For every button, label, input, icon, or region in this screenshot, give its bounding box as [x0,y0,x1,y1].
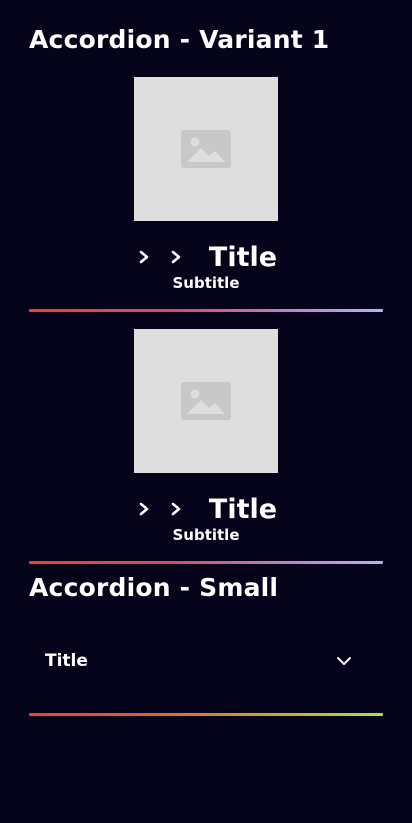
image-placeholder-icon [134,329,278,473]
image-placeholder-icon [134,77,278,221]
accordion-small-item[interactable]: Title [29,640,383,718]
chevron-right-icon [139,250,149,264]
section-title-small: Accordion - Small [29,573,279,602]
section-title-variant-1: Accordion - Variant 1 [29,25,330,54]
accordion-small-divider [29,713,383,716]
accordion-subtitle: Subtitle [172,274,240,292]
accordion-header[interactable]: Title [29,489,383,529]
chevron-down-icon[interactable] [336,655,352,667]
accordion-divider [29,561,383,564]
accordion-small-title: Title [45,651,88,671]
chevron-right-icon [171,250,181,264]
chevron-right-icon [171,502,181,516]
accordion-subtitle: Subtitle [172,526,240,544]
accordion-title: Title [208,241,278,273]
accordion-header[interactable]: Title [29,237,383,277]
accordion-title: Title [208,493,278,525]
accordion-divider [29,309,383,312]
chevron-right-icon [139,502,149,516]
